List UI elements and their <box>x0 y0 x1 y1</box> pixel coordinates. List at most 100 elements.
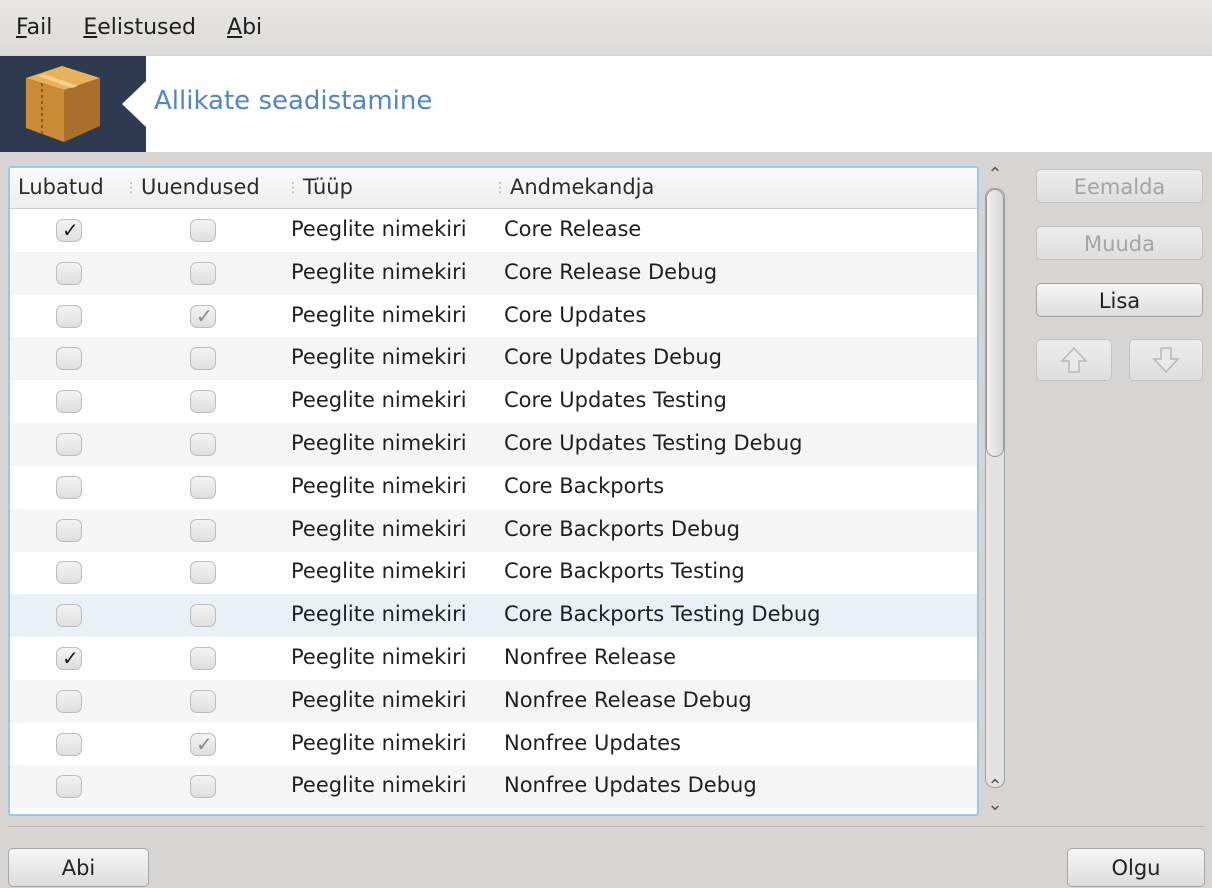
enabled-checkbox[interactable] <box>56 689 82 713</box>
medium-cell: Core Updates Testing <box>504 388 727 413</box>
updates-checkbox[interactable]: ✓ <box>190 732 216 756</box>
type-cell: Peeglite nimekiri <box>291 602 467 627</box>
updates-checkbox[interactable] <box>190 689 216 713</box>
table-row[interactable]: Peeglite nimekiri Core Backports Testing <box>10 551 977 594</box>
bottom-divider <box>8 826 1204 827</box>
scroll-down-arrow-icon[interactable]: ⌃ ⌄ <box>982 778 1008 814</box>
column-header-type-label: Tüüp <box>303 175 353 199</box>
table-row[interactable]: Peeglite nimekiri Nonfree Release Debug <box>10 679 977 723</box>
menu-help-label: bi <box>242 15 263 40</box>
medium-cell: Core Backports Testing <box>504 559 745 584</box>
medium-cell: Core Release <box>504 217 642 241</box>
table-row[interactable]: ✓ Peeglite nimekiri Nonfree Updates <box>10 723 977 766</box>
enabled-checkbox[interactable] <box>56 390 82 414</box>
medium-cell: Nonfree Updates <box>504 730 681 755</box>
menu-file[interactable]: Fail <box>14 13 54 42</box>
banner-logo <box>0 56 147 152</box>
table-row[interactable]: Peeglite nimekiri Core Backports Testing … <box>10 594 977 638</box>
table-row[interactable]: ✓ Peeglite nimekiri Nonfree Release <box>10 637 977 680</box>
help-button[interactable]: Abi <box>8 848 149 887</box>
menu-options[interactable]: Eelistused <box>81 13 198 42</box>
medium-cell: Core Backports Testing Debug <box>504 602 821 627</box>
menu-options-accel: E <box>83 15 98 40</box>
move-up-button[interactable] <box>1036 339 1112 381</box>
medium-cell: Nonfree Updates Debug <box>504 773 757 798</box>
updates-checkbox[interactable] <box>190 604 216 628</box>
table-row[interactable]: ✓ Peeglite nimekiri Core Updates <box>10 295 977 338</box>
table-row[interactable]: Peeglite nimekiri Core Release Debug <box>10 251 977 295</box>
table-row[interactable]: Peeglite nimekiri Core Updates Testing <box>10 380 977 423</box>
menu-file-label: ail <box>26 15 53 40</box>
column-grip-icon: ⋮ <box>286 180 300 196</box>
type-cell: Peeglite nimekiri <box>291 559 467 584</box>
updates-checkbox[interactable] <box>190 433 216 456</box>
medium-cell: Core Release Debug <box>504 259 718 284</box>
updates-checkbox[interactable] <box>190 647 216 670</box>
type-cell: Peeglite nimekiri <box>291 687 467 712</box>
enabled-checkbox[interactable] <box>56 261 82 285</box>
updates-checkbox[interactable]: ✓ <box>190 304 216 328</box>
edit-button[interactable]: Muuda <box>1036 226 1203 260</box>
enabled-checkbox[interactable]: ✓ <box>56 218 82 242</box>
table-row[interactable]: Peeglite nimekiri Core Updates Testing De… <box>10 423 977 466</box>
type-cell: Peeglite nimekiri <box>291 773 467 798</box>
page-title: Allikate seadistamine <box>154 86 433 116</box>
table-row[interactable]: Peeglite nimekiri Nonfree Updates Debug <box>10 765 977 809</box>
arrow-up-icon <box>1060 346 1088 373</box>
column-grip-icon: ⋮ <box>124 180 138 196</box>
updates-checkbox[interactable] <box>190 390 216 414</box>
updates-checkbox[interactable] <box>190 518 216 542</box>
column-header-enabled-label: Lubatud <box>18 175 104 199</box>
enabled-checkbox[interactable] <box>56 604 82 628</box>
menu-bar: Fail Eelistused Abi <box>0 0 1212 55</box>
enabled-checkbox[interactable]: ✓ <box>56 646 82 670</box>
scrollbar-thumb[interactable] <box>986 189 1004 457</box>
enabled-checkbox[interactable] <box>56 518 82 542</box>
add-button[interactable]: Lisa <box>1036 283 1203 317</box>
medium-cell: Core Updates <box>504 302 647 327</box>
ok-button[interactable]: Olgu <box>1067 848 1205 887</box>
type-cell: Peeglite nimekiri <box>291 388 467 413</box>
media-table[interactable]: Lubatud ⋮ Uuendused ⋮ Tüüp ⋮ Andmekandja ✓ P… <box>8 166 979 816</box>
enabled-checkbox[interactable] <box>56 347 82 371</box>
checkmark-icon: ✓ <box>62 218 79 242</box>
scrollbar-track[interactable] <box>985 188 1005 788</box>
menu-options-label: elistused <box>97 15 197 40</box>
move-down-button[interactable] <box>1129 339 1203 381</box>
column-grip-icon: ⋮ <box>493 180 507 196</box>
enabled-checkbox[interactable] <box>56 433 82 456</box>
type-cell: Peeglite nimekiri <box>291 431 467 455</box>
column-header-enabled[interactable]: Lubatud <box>18 175 104 199</box>
package-box-icon <box>26 66 100 142</box>
enabled-checkbox[interactable] <box>56 475 82 499</box>
updates-checkbox[interactable] <box>190 219 216 242</box>
enabled-checkbox[interactable] <box>56 304 82 328</box>
scroll-up-arrow-icon[interactable]: ⌃ <box>982 166 1008 184</box>
enabled-checkbox[interactable] <box>56 732 82 756</box>
updates-checkbox[interactable] <box>190 775 216 799</box>
updates-checkbox[interactable] <box>190 261 216 285</box>
column-header-type[interactable]: ⋮ Tüüp <box>286 175 353 199</box>
column-header-medium[interactable]: ⋮ Andmekandja <box>493 175 654 199</box>
banner-notch <box>122 80 147 128</box>
type-cell: Peeglite nimekiri <box>291 516 467 541</box>
menu-help[interactable]: Abi <box>225 13 264 42</box>
table-row[interactable]: ✓ Peeglite nimekiri Core Release <box>10 209 977 252</box>
arrow-down-icon <box>1152 347 1180 374</box>
updates-checkbox[interactable] <box>190 475 216 499</box>
updates-checkbox[interactable] <box>190 347 216 371</box>
table-header: Lubatud ⋮ Uuendused ⋮ Tüüp ⋮ Andmekandja <box>10 168 977 209</box>
updates-checkbox[interactable] <box>190 561 216 585</box>
remove-button[interactable]: Eemalda <box>1036 169 1203 203</box>
table-row[interactable]: Peeglite nimekiri Core Backports <box>10 466 977 509</box>
medium-cell: Core Updates Debug <box>504 345 723 370</box>
medium-cell: Core Backports <box>504 473 665 498</box>
vertical-scrollbar[interactable]: ⌃ ⌃ ⌄ <box>982 166 1008 816</box>
column-header-updates[interactable]: ⋮ Uuendused <box>124 175 260 199</box>
enabled-checkbox[interactable] <box>56 561 82 585</box>
table-row[interactable]: Peeglite nimekiri Core Backports Debug <box>10 508 977 552</box>
menu-help-accel: A <box>227 15 243 40</box>
type-cell: Peeglite nimekiri <box>291 345 467 370</box>
table-row[interactable]: Peeglite nimekiri Core Updates Debug <box>10 337 977 381</box>
enabled-checkbox[interactable] <box>56 775 82 799</box>
